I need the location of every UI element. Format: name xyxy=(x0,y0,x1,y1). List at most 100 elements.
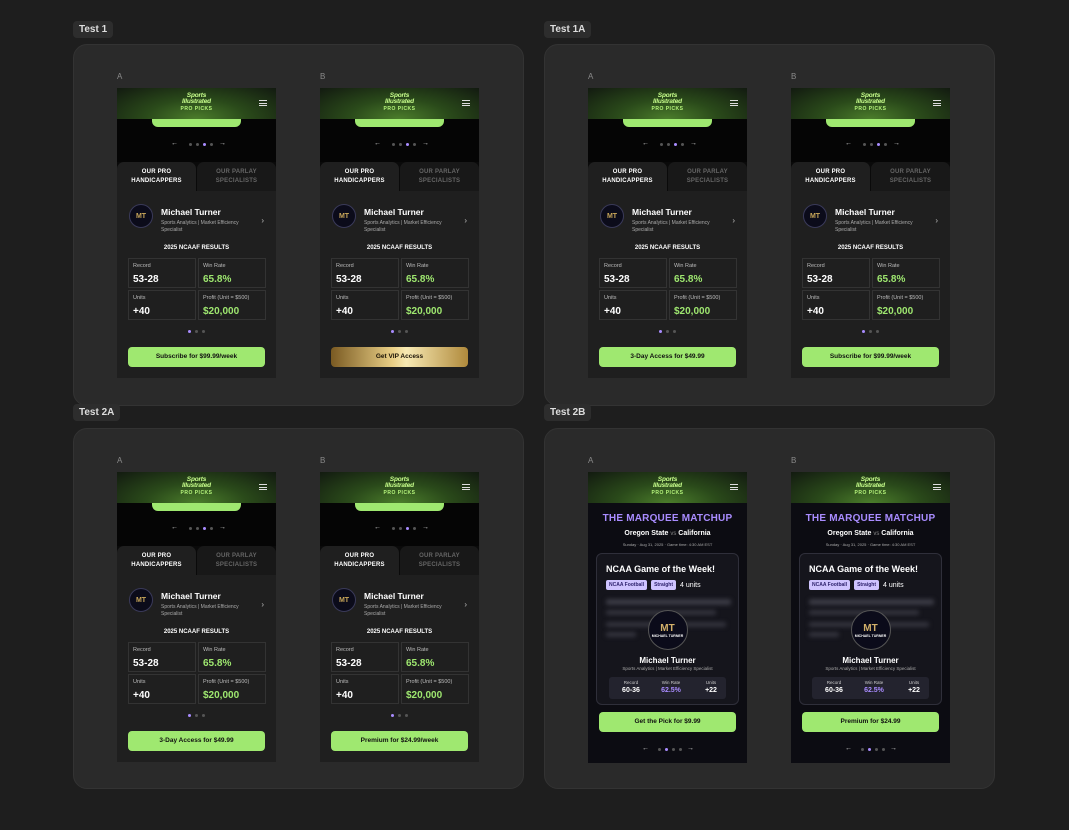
brand-logo[interactable]: Sports Illustrated PRO PICKS xyxy=(383,92,415,112)
chevron-right-icon[interactable]: › xyxy=(464,216,467,225)
promo-button-peek[interactable] xyxy=(355,119,444,127)
chevron-right-icon[interactable]: › xyxy=(261,216,264,225)
hamburger-menu-icon[interactable] xyxy=(933,100,941,106)
blurred-pick-line xyxy=(809,599,934,605)
three-day-access-button[interactable]: 3-Day Access for $49.99 xyxy=(599,347,736,367)
badge-straight: Straight xyxy=(651,580,676,590)
arrow-right-icon[interactable]: → xyxy=(219,524,226,531)
promo-button-peek[interactable] xyxy=(152,119,241,127)
arrow-left-icon[interactable]: ← xyxy=(845,745,852,752)
arrow-left-icon[interactable]: ← xyxy=(642,140,649,147)
promo-button-peek[interactable] xyxy=(623,119,712,127)
promo-button-peek[interactable] xyxy=(355,503,444,511)
variant-label-b: B xyxy=(791,456,797,465)
carousel-nav: ← → xyxy=(117,140,276,148)
chevron-right-icon[interactable]: › xyxy=(732,216,735,225)
hamburger-menu-icon[interactable] xyxy=(933,484,941,490)
arrow-right-icon[interactable]: → xyxy=(690,140,697,147)
handicapper-profile[interactable]: MT Michael Turner Sports Analytics | Marke… xyxy=(129,204,251,233)
results-title: 2025 NCAAF RESULTS xyxy=(837,245,904,251)
site-header: Sports Illustrated PRO PICKS xyxy=(791,88,950,119)
pagination-dots[interactable] xyxy=(117,714,276,717)
vip-access-button[interactable]: Get VIP Access xyxy=(331,347,468,367)
promo-button-peek[interactable] xyxy=(152,503,241,511)
tab-parlay-specialists[interactable]: OUR PARLAY SPECIALISTS xyxy=(668,162,747,191)
arrow-right-icon[interactable]: → xyxy=(687,745,694,752)
handicapper-profile[interactable]: MT Michael Turner Sports Analytics | Marke… xyxy=(332,204,454,233)
hamburger-menu-icon[interactable] xyxy=(462,100,470,106)
phone-mockup-test1a-b: Sports Illustrated PRO PICKS ← → OUR PRO HA… xyxy=(791,88,950,378)
brand-logo[interactable]: Sports Illustrated PRO PICKS xyxy=(854,476,886,496)
arrow-left-icon[interactable]: ← xyxy=(374,140,381,147)
results-grid: Record 53-28 Win Rate 65.8% Units +40 Profi… xyxy=(802,258,940,320)
blurred-pick-line xyxy=(809,632,839,637)
arrow-left-icon[interactable]: ← xyxy=(642,745,649,752)
brand-logo[interactable]: Sports Illustrated PRO PICKS xyxy=(180,476,212,496)
tab-parlay-specialists[interactable]: OUR PARLAY SPECIALISTS xyxy=(871,162,950,191)
chevron-right-icon[interactable]: › xyxy=(261,600,264,609)
pagination-dots[interactable] xyxy=(320,330,479,333)
arrow-left-icon[interactable]: ← xyxy=(171,524,178,531)
premium-button[interactable]: Premium for $24.99 xyxy=(802,712,939,732)
pagination-dots[interactable] xyxy=(791,330,950,333)
tab-pro-handicappers[interactable]: OUR PRO HANDICAPPERS xyxy=(117,546,196,575)
game-of-week-card[interactable]: NCAA Game of the Week! NCAA Football Stra… xyxy=(799,553,942,705)
hamburger-menu-icon[interactable] xyxy=(462,484,470,490)
handicapper-stats: Record 60-36 Win Rate 62.5% Units +22 xyxy=(609,677,726,699)
brand-logo[interactable]: Sports Illustrated PRO PICKS xyxy=(651,92,683,112)
game-of-week-card[interactable]: NCAA Game of the Week! NCAA Football Stra… xyxy=(596,553,739,705)
brand-logo[interactable]: Sports Illustrated PRO PICKS xyxy=(383,476,415,496)
tab-pro-handicappers[interactable]: OUR PRO HANDICAPPERS xyxy=(320,546,399,575)
tab-pro-handicappers[interactable]: OUR PRO HANDICAPPERS xyxy=(117,162,196,191)
tab-parlay-specialists[interactable]: OUR PARLAY SPECIALISTS xyxy=(197,162,276,191)
hamburger-menu-icon[interactable] xyxy=(259,100,267,106)
handicapper-profile[interactable]: MT Michael Turner Sports Analytics | Marke… xyxy=(803,204,925,233)
variant-label-a: A xyxy=(117,456,123,465)
pagination-dots[interactable] xyxy=(117,330,276,333)
arrow-left-icon[interactable]: ← xyxy=(171,140,178,147)
brand-logo[interactable]: Sports Illustrated PRO PICKS xyxy=(651,476,683,496)
premium-button[interactable]: Premium for $24.99/week xyxy=(331,731,468,751)
handicapper-profile[interactable]: MT Michael Turner Sports Analytics | Marke… xyxy=(129,588,251,617)
marquee-title: THE MARQUEE MATCHUP xyxy=(805,513,936,524)
promo-button-peek[interactable] xyxy=(826,119,915,127)
arrow-right-icon[interactable]: → xyxy=(422,140,429,147)
hamburger-menu-icon[interactable] xyxy=(730,100,738,106)
results-title: 2025 NCAAF RESULTS xyxy=(163,245,230,251)
arrow-right-icon[interactable]: → xyxy=(890,745,897,752)
avatar: MT xyxy=(600,204,624,228)
handicapper-profile[interactable]: MT Michael Turner Sports Analytics | Marke… xyxy=(332,588,454,617)
pagination-dots[interactable] xyxy=(320,714,479,717)
chevron-right-icon[interactable]: › xyxy=(464,600,467,609)
tab-pro-handicappers[interactable]: OUR PRO HANDICAPPERS xyxy=(791,162,870,191)
three-day-access-button[interactable]: 3-Day Access for $49.99 xyxy=(128,731,265,751)
brand-logo[interactable]: Sports Illustrated PRO PICKS xyxy=(180,92,212,112)
handicapper-profile[interactable]: MT Michael Turner Sports Analytics | Marke… xyxy=(600,204,722,233)
tab-pro-handicappers[interactable]: OUR PRO HANDICAPPERS xyxy=(588,162,667,191)
carousel-nav: ← → xyxy=(117,524,276,532)
tab-pro-handicappers[interactable]: OUR PRO HANDICAPPERS xyxy=(320,162,399,191)
pagination-dots[interactable] xyxy=(588,330,747,333)
badge-straight: Straight xyxy=(854,580,879,590)
game-date: Sunday · Aug 31, 2025 · Game time: 4:30 … xyxy=(622,542,713,547)
subscribe-button[interactable]: Subscribe for $99.99/week xyxy=(802,347,939,367)
tab-parlay-specialists[interactable]: OUR PARLAY SPECIALISTS xyxy=(400,546,479,575)
hamburger-menu-icon[interactable] xyxy=(259,484,267,490)
section-tag-test1: Test 1 xyxy=(73,21,114,38)
tab-parlay-specialists[interactable]: OUR PARLAY SPECIALISTS xyxy=(400,162,479,191)
subscribe-button[interactable]: Subscribe for $99.99/week xyxy=(128,347,265,367)
arrow-left-icon[interactable]: ← xyxy=(374,524,381,531)
variant-label-b: B xyxy=(320,456,326,465)
arrow-right-icon[interactable]: → xyxy=(219,140,226,147)
arrow-right-icon[interactable]: → xyxy=(893,140,900,147)
variant-label-a: A xyxy=(117,72,123,81)
arrow-right-icon[interactable]: → xyxy=(422,524,429,531)
tab-parlay-specialists[interactable]: OUR PARLAY SPECIALISTS xyxy=(197,546,276,575)
get-pick-button[interactable]: Get the Pick for $9.99 xyxy=(599,712,736,732)
badge-ncaa-football: NCAA Football xyxy=(606,580,648,590)
arrow-left-icon[interactable]: ← xyxy=(845,140,852,147)
hamburger-menu-icon[interactable] xyxy=(730,484,738,490)
chevron-right-icon[interactable]: › xyxy=(935,216,938,225)
brand-logo[interactable]: Sports Illustrated PRO PICKS xyxy=(854,92,886,112)
blurred-pick-line xyxy=(606,599,731,605)
